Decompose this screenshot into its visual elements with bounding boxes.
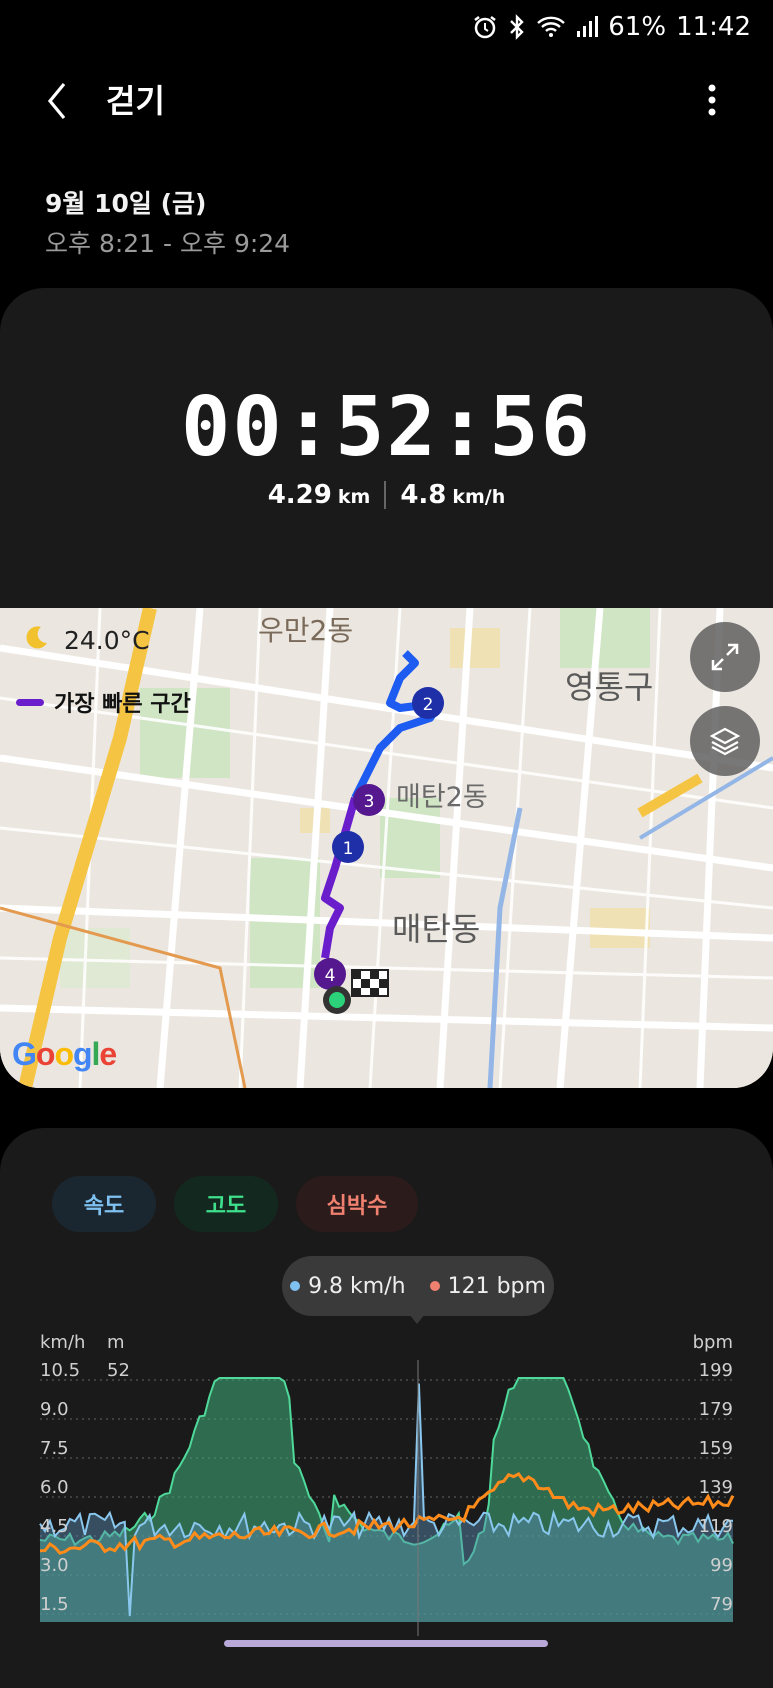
tab-speed[interactable]: 속도 [52, 1176, 156, 1232]
tab-heart-rate[interactable]: 심박수 [296, 1176, 418, 1232]
left-tick-label: 7.5 [40, 1438, 69, 1459]
left-tick-label: 6.0 [40, 1477, 69, 1498]
google-logo: Google [12, 1036, 117, 1072]
more-vertical-icon [708, 84, 716, 116]
status-bar: 61% 11:42 [0, 0, 773, 60]
legend-line [16, 698, 44, 706]
finish-flag-icon [351, 969, 389, 997]
place-label: 매탄동 [392, 910, 480, 948]
right-tick-label: 99 [710, 1555, 733, 1576]
left-tick-label: 3.0 [40, 1555, 69, 1576]
left-tick-label: 10.5 [40, 1360, 80, 1381]
expand-map-button[interactable] [690, 622, 760, 692]
expand-icon [711, 643, 739, 671]
place-label: 영통구 [565, 668, 653, 706]
speed-value: 4.8 [400, 480, 447, 510]
weather-info: 24.0°C [24, 624, 150, 656]
battery-text: 61% [608, 12, 667, 42]
home-indicator[interactable] [224, 1640, 548, 1647]
tooltip-speed: 9.8 km/h [308, 1273, 406, 1299]
distance-stat: 4.29 km [268, 480, 371, 510]
alarm-icon [472, 14, 498, 40]
tab-altitude[interactable]: 고도 [174, 1176, 278, 1232]
middle-tick-label: 52 [107, 1360, 130, 1381]
map-canvas: 2 3 1 4 우만2동 영통구 매탄2동 매탄동 [0, 608, 773, 1088]
more-options-button[interactable] [698, 80, 726, 124]
stats-divider [384, 481, 387, 509]
bluetooth-icon [508, 14, 526, 40]
svg-text:2: 2 [423, 695, 434, 715]
route-marker-3: 3 [353, 784, 385, 816]
tooltip-pointer [409, 1314, 425, 1324]
distance-unit: km [337, 486, 371, 508]
left-axis-unit: km/h [40, 1332, 86, 1353]
moon-icon [24, 624, 50, 656]
tooltip-heart-rate: 121 bpm [447, 1273, 546, 1299]
metrics-chart[interactable]: 10.5 199 9.0 179 7.5 159 6.0 139 4.5 119 3.0 99 1.5 7… [0, 1360, 773, 1636]
route-map[interactable]: 2 3 1 4 우만2동 영통구 매탄2동 매탄동 [0, 608, 773, 1088]
heart-rate-dot [429, 1281, 440, 1291]
summary-stats: 4.29 km 4.8 km/h [0, 480, 773, 510]
left-tick-label: 9.0 [40, 1399, 69, 1420]
speed-dot [290, 1281, 301, 1291]
distance-value: 4.29 [267, 480, 332, 510]
page-title: 걷기 [106, 82, 165, 120]
right-tick-label: 199 [699, 1360, 733, 1381]
fastest-segment-legend: 가장 빠른 구간 [16, 686, 191, 718]
place-label: 우만2동 [258, 614, 353, 647]
route-marker-1: 1 [332, 831, 364, 863]
right-tick-label: 179 [699, 1399, 733, 1420]
weather-temperature: 24.0°C [64, 625, 150, 655]
route-marker-2: 2 [412, 687, 444, 719]
wifi-icon [536, 15, 566, 39]
layers-icon [709, 727, 741, 756]
place-label: 매탄2동 [396, 782, 488, 813]
right-axis-unit: bpm [692, 1332, 733, 1353]
workout-time-range: 오후 8:21 - 오후 9:24 [45, 229, 291, 258]
route-marker-4: 4 [314, 958, 346, 990]
right-tick-label: 79 [710, 1594, 733, 1615]
left-tick-label: 1.5 [40, 1594, 69, 1615]
svg-text:4: 4 [325, 966, 336, 986]
map-layers-button[interactable] [690, 706, 760, 776]
start-marker-icon [323, 986, 351, 1014]
workout-date: 9월 10일 (금) [45, 189, 207, 218]
clock-text: 11:42 [676, 12, 751, 42]
middle-axis-unit: m [107, 1332, 125, 1353]
svg-text:1: 1 [343, 839, 354, 859]
chart-plot: 10.5 199 9.0 179 7.5 159 6.0 139 4.5 119 3.0 99 1.5 7… [39, 1360, 735, 1636]
right-tick-label: 139 [699, 1477, 733, 1498]
back-button[interactable] [40, 78, 80, 124]
chevron-left-icon [47, 82, 66, 120]
right-tick-label: 159 [699, 1438, 733, 1459]
chart-tooltip: 9.8 km/h 121 bpm [282, 1256, 554, 1316]
duration-value: 00:52:56 [181, 380, 592, 475]
speed-unit: km/h [452, 486, 506, 508]
signal-icon [576, 15, 599, 39]
right-tick-label: 119 [699, 1516, 733, 1537]
speed-stat: 4.8 km/h [400, 480, 505, 510]
legend-label: 가장 빠른 구간 [54, 692, 191, 717]
left-tick-label: 4.5 [40, 1516, 69, 1537]
svg-text:3: 3 [364, 792, 375, 812]
